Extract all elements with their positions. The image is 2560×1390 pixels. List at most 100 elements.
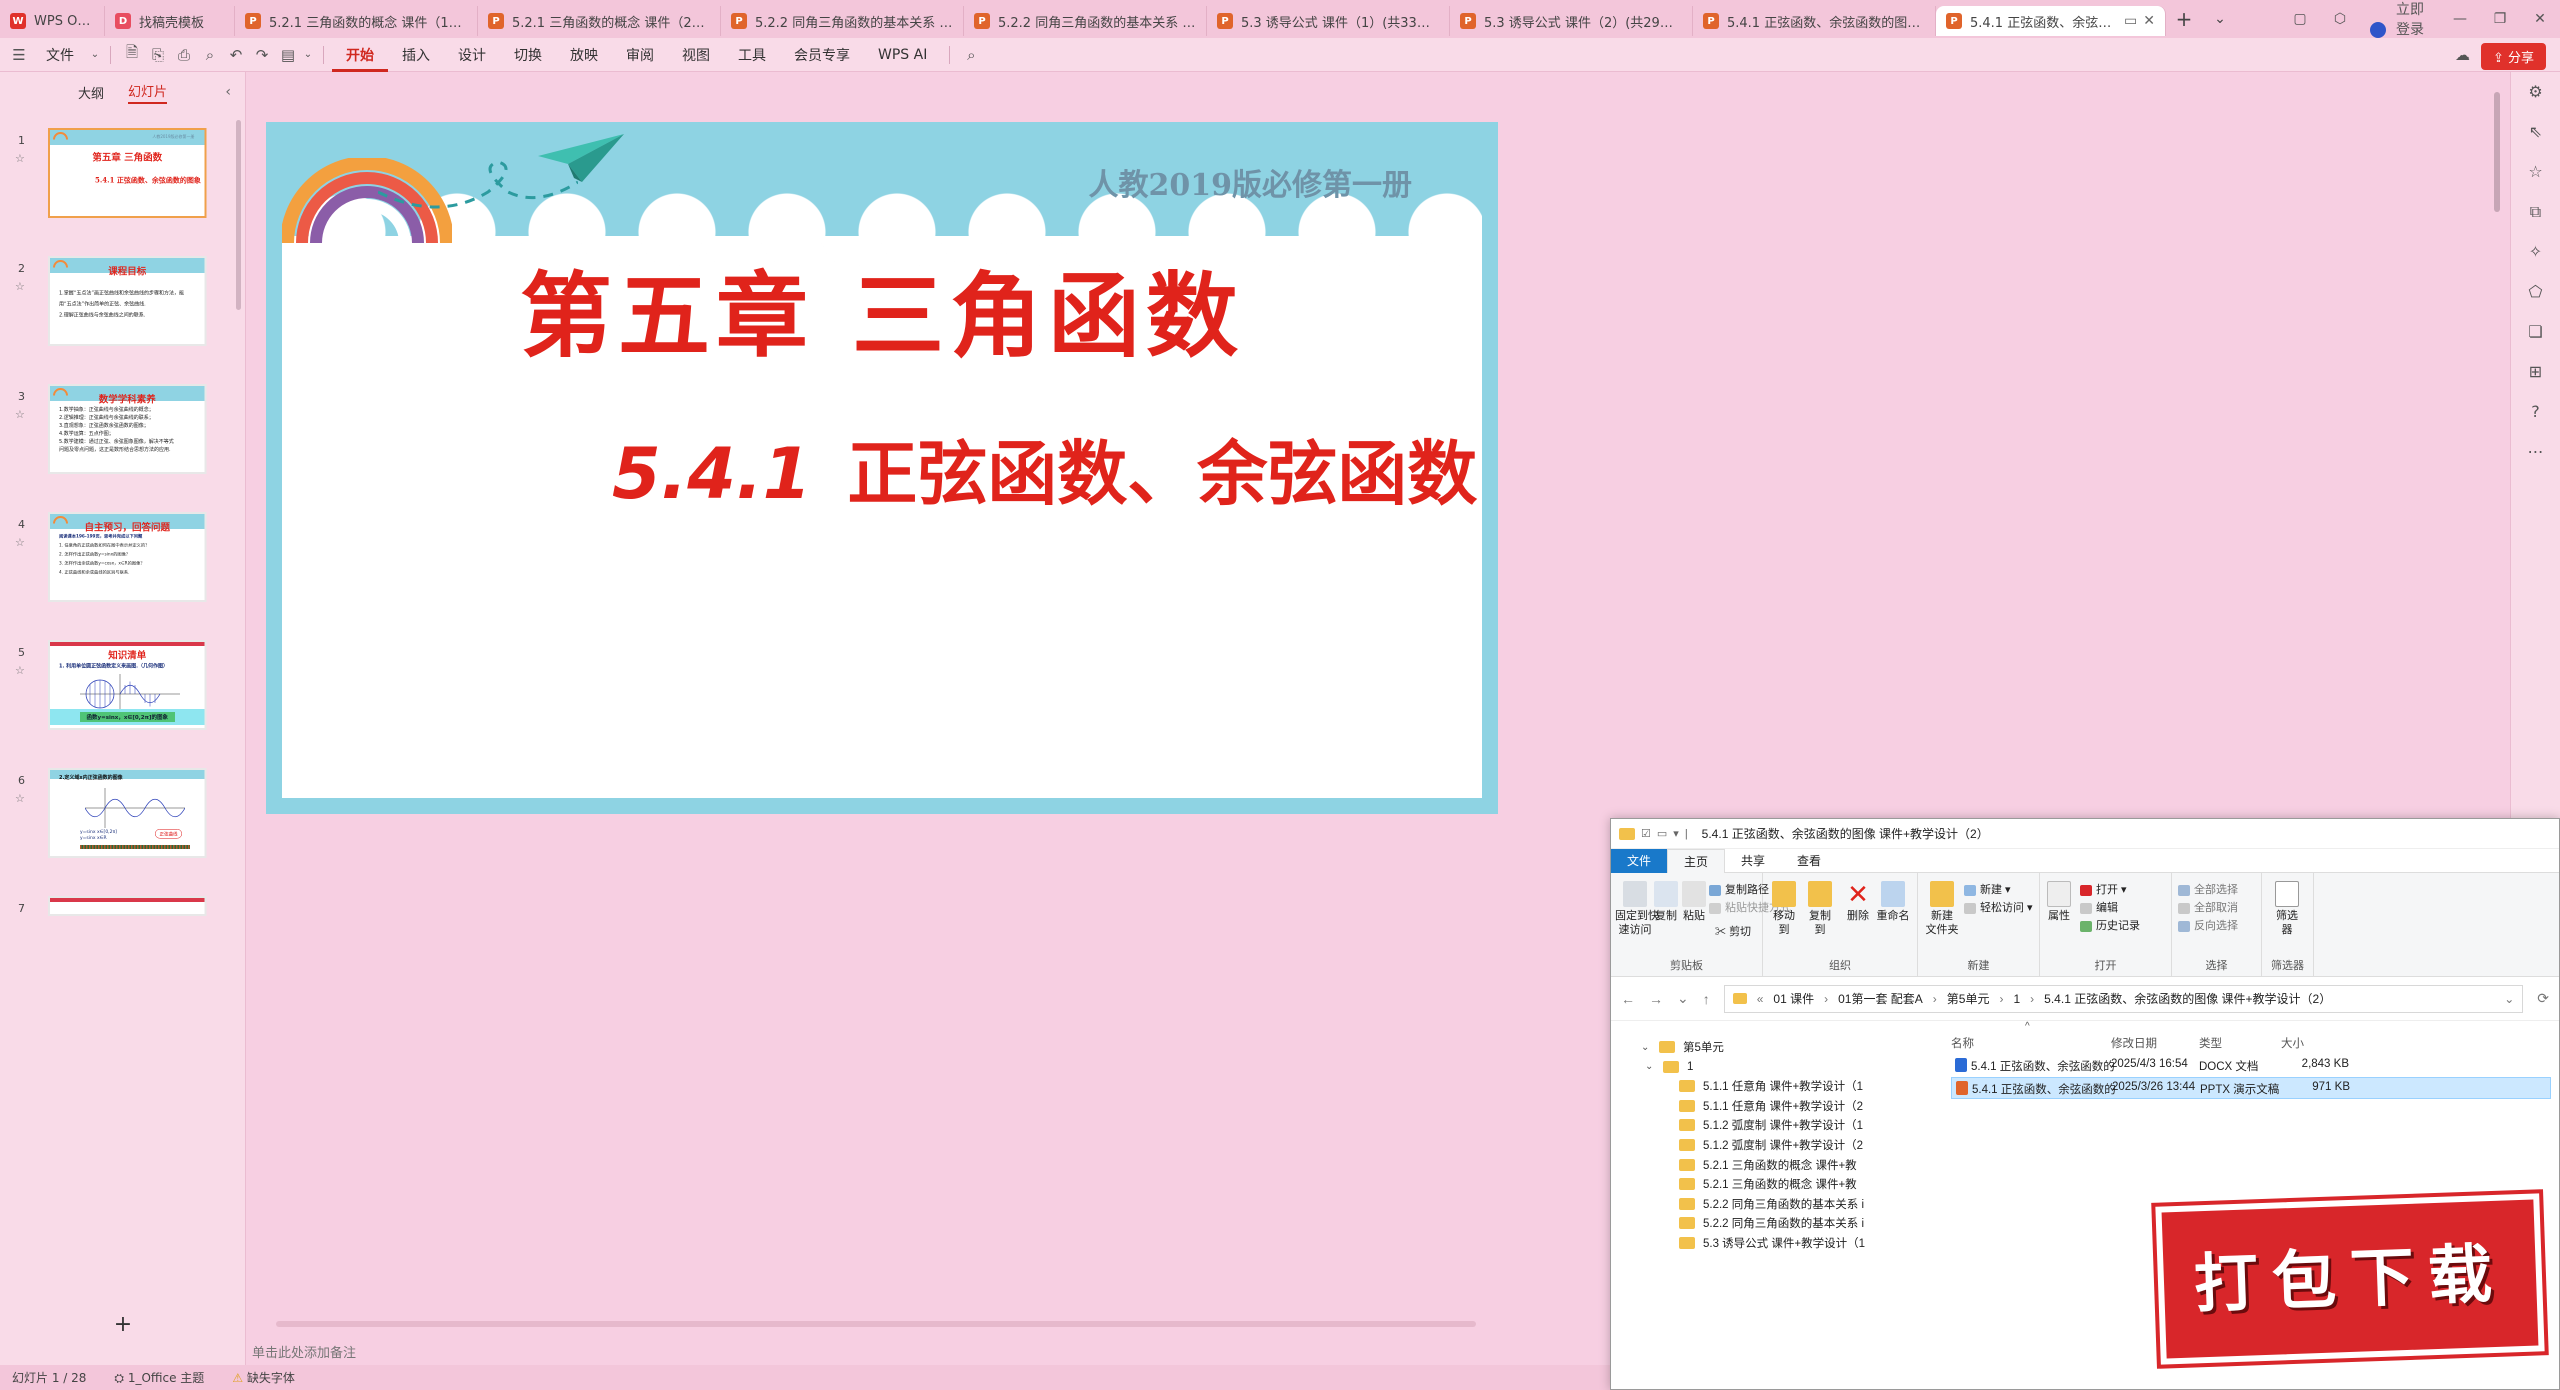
edit-button[interactable]: 编辑 (2080, 899, 2118, 915)
tab-share[interactable]: 共享 (1725, 849, 1781, 873)
thumbnail-row-7[interactable]: 7 (0, 896, 246, 936)
print-preview-icon[interactable]: ⌕ (197, 46, 223, 64)
missing-font[interactable]: ⚠ 缺失字体 (232, 1369, 295, 1386)
rename-button[interactable]: 重命名 (1875, 881, 1911, 923)
document-tab[interactable]: P 5.2.2 同角三角函数的基本关系 课件 (721, 6, 964, 36)
thumbnail-row-2[interactable]: 2 ☆ 课程目标 1.掌握“五点法”画正弦曲线和余弦曲线的步骤和方法，能 用“五… (0, 256, 246, 368)
cut-button[interactable]: ✂ 剪切 (1715, 923, 1751, 939)
new-folder-icon[interactable]: ▭ (1657, 827, 1667, 840)
document-tab[interactable]: D 找稿壳模板 (105, 6, 235, 36)
redo-icon[interactable]: ↷ (249, 46, 275, 64)
new-folder-button[interactable]: 新建 文件夹 (1924, 881, 1960, 937)
current-slide[interactable]: 人教2019版必修第一册 第五章 三角函数 5.4.1正弦函数、余弦函数的图像 (266, 122, 1498, 814)
thumbnail-row-1[interactable]: 1 ☆ 人教2019版必修第一册 第五章 三角函数 5.4.1 正弦函数、余弦函… (0, 128, 246, 240)
help-icon[interactable]: ? (2511, 392, 2560, 432)
menu-home[interactable]: 开始 (332, 45, 388, 72)
easy-access-button[interactable]: 轻松访问 ▾ (1964, 899, 2033, 915)
pointer-icon[interactable]: ⇖ (2511, 112, 2560, 152)
breadcrumb[interactable]: 5.4.1 正弦函数、余弦函数的图像 课件+教学设计（2） (2044, 990, 2331, 1007)
shapes-icon[interactable]: ⬠ (2511, 272, 2560, 312)
share-button[interactable]: ⇪ 分享 (2480, 43, 2546, 70)
history-button[interactable]: 历史记录 (2080, 917, 2140, 933)
menu-view[interactable]: 视图 (668, 45, 724, 65)
slide-thumbnail-3[interactable]: 数学学科素养 1.数学抽象：正弦曲线与余弦曲线的概念； 2.逻辑推理：正弦曲线与… (48, 384, 207, 474)
more-icon[interactable]: ⋯ (2511, 432, 2560, 472)
breadcrumb[interactable]: 第5单元 (1947, 990, 1990, 1007)
breadcrumb[interactable]: 1 (2013, 992, 2020, 1006)
column-date[interactable]: 修改日期 (2111, 1035, 2157, 1055)
slide-subtitle[interactable]: 5.4.1正弦函数、余弦函数的图像 (612, 418, 1482, 519)
menu-member[interactable]: 会员专享 (780, 45, 864, 65)
theme-name[interactable]: ⛭ 1_Office 主题 (114, 1369, 204, 1386)
slide-thumbnail-2[interactable]: 课程目标 1.掌握“五点法”画正弦曲线和余弦曲线的步骤和方法，能 用“五点法”作… (48, 256, 207, 346)
save-icon[interactable]: 🗎 (119, 42, 145, 67)
hamburger-icon[interactable]: ☰ (6, 46, 32, 64)
thumbnail-row-4[interactable]: 4 ☆ 自主预习，回答问题 阅读课本196-199页，思考并完成以下问题 1. … (0, 512, 246, 624)
pin-button[interactable]: 固定到快 速访问 (1615, 881, 1659, 937)
close-icon[interactable]: ✕ (2520, 11, 2560, 27)
skin-icon[interactable]: ⬡ (2320, 11, 2360, 27)
move-to-button[interactable]: 移动到 (1769, 881, 1799, 937)
minimize-icon[interactable]: — (2440, 11, 2480, 27)
search-icon[interactable]: ⌕ (958, 46, 984, 64)
login-button[interactable]: 立即登录 (2360, 0, 2440, 39)
menu-slideshow[interactable]: 放映 (556, 45, 612, 65)
tab-view[interactable]: 查看 (1781, 849, 1837, 873)
select-all-button[interactable]: 全部选择 (2178, 881, 2238, 897)
document-tab[interactable]: P 5.2.1 三角函数的概念 课件（2）(共 (478, 6, 721, 36)
breadcrumb[interactable]: 01 课件 (1773, 990, 1814, 1007)
chevron-down-icon[interactable]: ⌄ (2202, 11, 2238, 27)
tree-item[interactable]: 5.2.1 三角函数的概念 课件+教 (1679, 1155, 1857, 1175)
up-icon[interactable]: ↑ (1703, 991, 1710, 1007)
tree-item[interactable]: 5.1.2 弧度制 课件+教学设计（2 (1679, 1135, 1863, 1155)
menu-file[interactable]: 文件 (32, 45, 88, 65)
scroll-thumb[interactable] (2494, 92, 2500, 212)
quick-access-icon[interactable]: ☑ (1641, 827, 1651, 840)
chevron-down-icon[interactable]: ⌄ (2504, 992, 2514, 1006)
screen-icon[interactable]: ▭ (2118, 13, 2137, 29)
print-icon[interactable]: ⎙ (171, 46, 197, 64)
maximize-icon[interactable]: ❐ (2480, 11, 2520, 27)
chevron-down-icon[interactable]: ▾ (1673, 827, 1679, 840)
delete-button[interactable]: ✕ 删除 (1843, 881, 1873, 923)
chevron-down-icon[interactable]: ⌄ (1677, 990, 1689, 1007)
tree-item[interactable]: ⌄ 第5单元 (1641, 1037, 1724, 1057)
slide-thumbnail-1[interactable]: 人教2019版必修第一册 第五章 三角函数 5.4.1 正弦函数、余弦函数的图象 (48, 128, 207, 218)
file-row[interactable]: 5.4.1 正弦函数、余弦函数的图像 教学设...2025/4/3 16:54 D… (1951, 1055, 2551, 1077)
menu-wps-ai[interactable]: WPS AI (864, 47, 941, 63)
star-icon[interactable]: ☆ (15, 408, 25, 421)
new-item-button[interactable]: 新建 ▾ (1964, 881, 2011, 897)
tree-item[interactable]: 5.2.1 三角函数的概念 课件+教 (1679, 1174, 1857, 1194)
forward-icon[interactable]: → (1649, 991, 1663, 1007)
new-tab-button[interactable]: + (2166, 7, 2202, 31)
star-icon[interactable]: ☆ (15, 280, 25, 293)
column-name[interactable]: 名称 (1951, 1035, 1974, 1055)
template-icon[interactable]: ⊞ (2511, 352, 2560, 392)
add-slide-button[interactable]: + (0, 1312, 246, 1337)
copy-path-button[interactable]: 复制路径 (1709, 881, 1769, 897)
select-none-button[interactable]: 全部取消 (2178, 899, 2238, 915)
close-tab-icon[interactable]: ✕ (2137, 13, 2155, 29)
document-tab[interactable]: P 5.2.2 同角三角函数的基本关系 课件 (964, 6, 1207, 36)
menu-insert[interactable]: 插入 (388, 45, 444, 65)
filter-button[interactable]: 筛选 器 (2272, 881, 2302, 937)
magic-icon[interactable]: ✧ (2511, 232, 2560, 272)
properties-button[interactable]: 属性 (2044, 881, 2074, 923)
slide-title[interactable]: 第五章 三角函数 (282, 242, 1482, 375)
notes-placeholder[interactable]: 单击此处添加备注 (252, 1342, 356, 1361)
tree-item[interactable]: 5.3 诱导公式 课件+教学设计（1 (1679, 1233, 1865, 1253)
document-tab[interactable]: P 5.4.1 正弦函数、余弦函数的▭✕ (1936, 6, 2166, 36)
download-badge[interactable]: 打包下载 (2155, 1193, 2545, 1365)
thumbnail-row-5[interactable]: 5 ☆ 知识清单 1. 利用单位圆正弦函数定义来画图.（几何作图） 函数y=si… (0, 640, 246, 752)
document-tab[interactable]: P 5.3 诱导公式 课件（2）(共29张PPT (1450, 6, 1693, 36)
file-row[interactable]: 5.4.1 正弦函数、余弦函数的图像 课件（...2025/3/26 13:44… (1951, 1077, 2551, 1099)
refresh-icon[interactable]: ⟳ (2537, 990, 2549, 1007)
open-button[interactable]: 打开 ▾ (2080, 881, 2127, 897)
menu-review[interactable]: 审阅 (612, 45, 668, 65)
slide-thumbnail-5[interactable]: 知识清单 1. 利用单位圆正弦函数定义来画图.（几何作图） 函数y=sinx，x… (48, 640, 207, 730)
slide-thumbnail-6[interactable]: 2.定义域x内正弦函数的图像 y=sinx x∈[0,2π] y=sinx x∈… (48, 768, 207, 858)
slide-thumbnail-4[interactable]: 自主预习，回答问题 阅读课本196-199页，思考并完成以下问题 1. 任意角的… (48, 512, 207, 602)
breadcrumb[interactable]: 01第一套 配套A (1838, 990, 1923, 1007)
back-icon[interactable]: ← (1621, 991, 1635, 1007)
tree-item[interactable]: 5.2.2 同角三角函数的基本关系 i (1679, 1194, 1864, 1214)
